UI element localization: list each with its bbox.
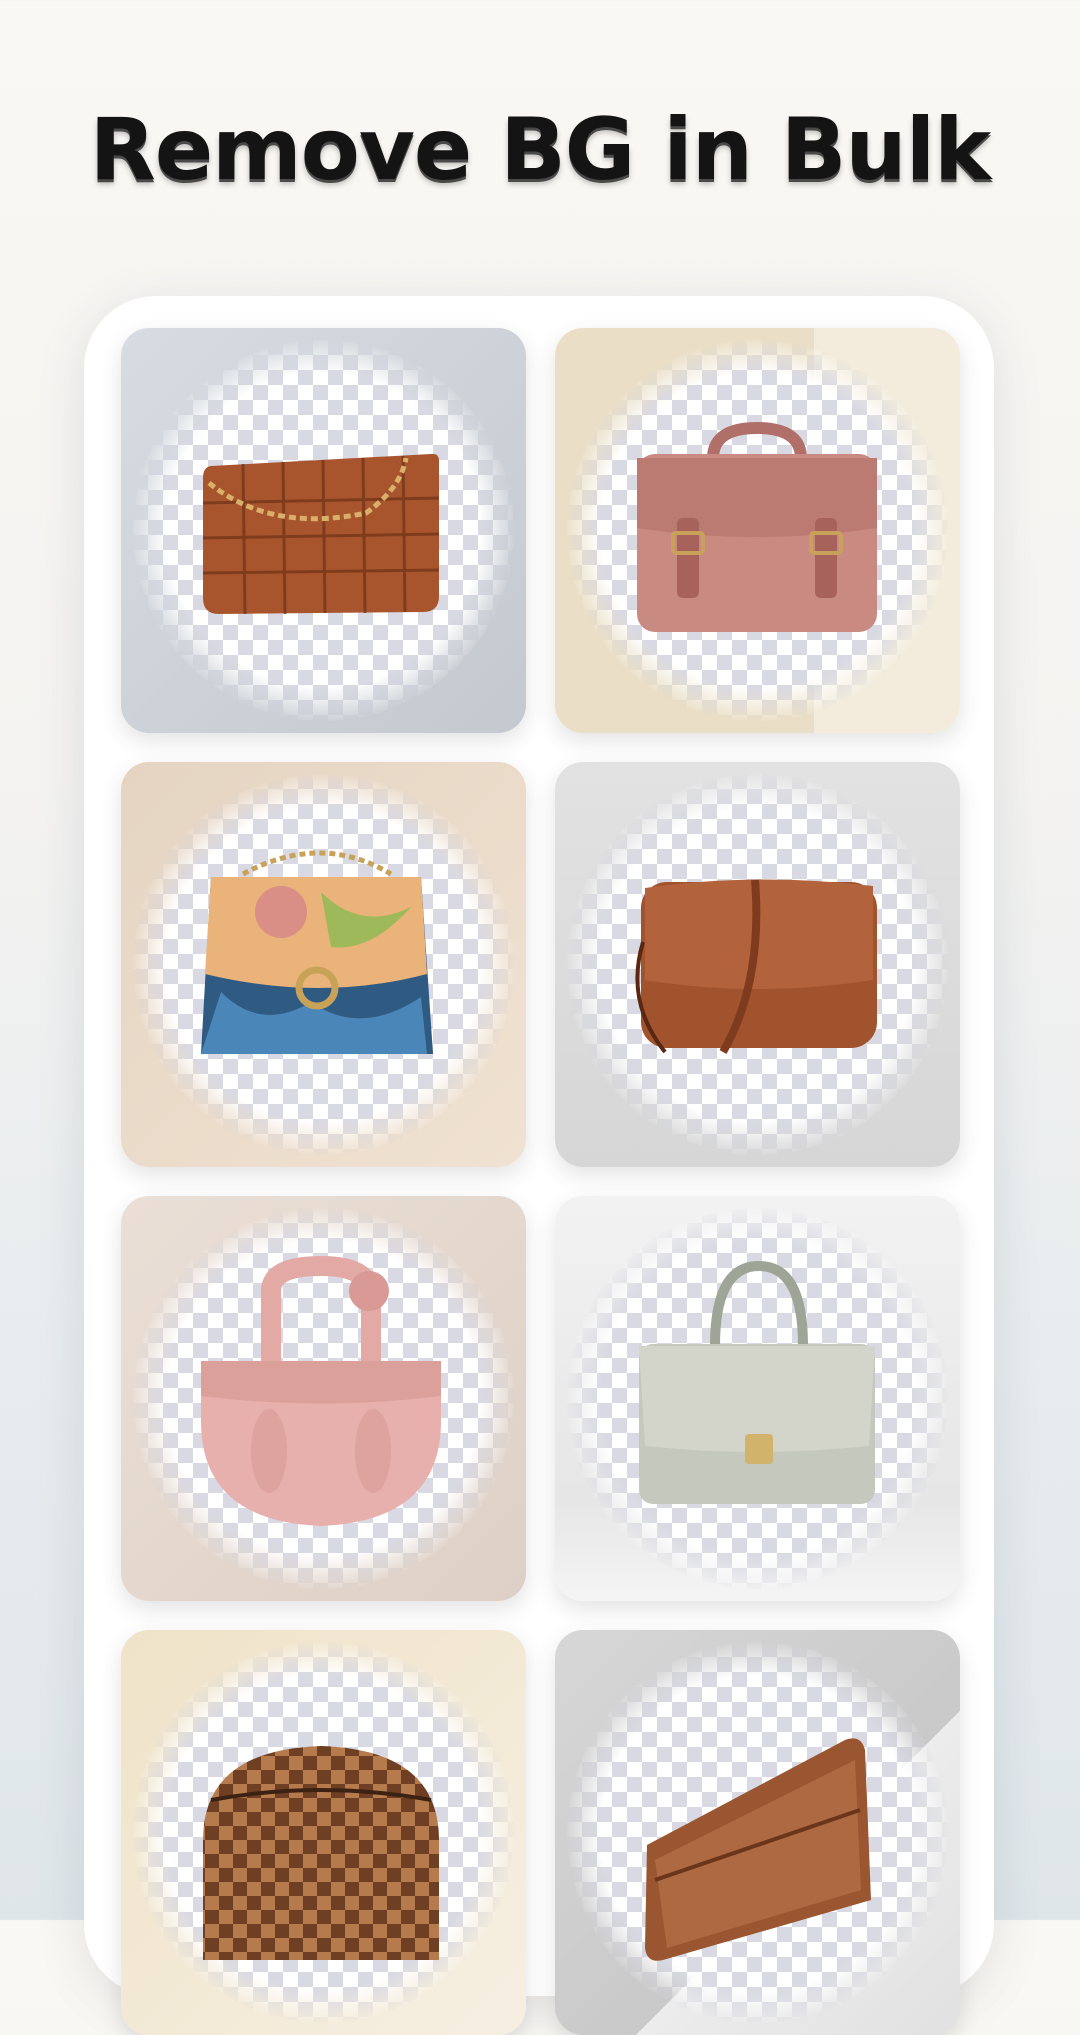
image-tile-brown-crossbody[interactable] [555, 762, 960, 1167]
pink-satchel-bag-image [637, 421, 877, 632]
brown-crossbody-bag-image [635, 879, 877, 1054]
phone-frame [84, 296, 994, 2035]
image-tile-pink-handbag[interactable] [121, 1196, 526, 1601]
image-tile-silver-handbag[interactable] [555, 1196, 960, 1601]
image-tile-checkered-pouch[interactable] [121, 1630, 526, 2035]
leather-wallet-image [645, 1738, 871, 1961]
woven-tote-bag-image [202, 453, 440, 615]
pink-knot-handbag-image [201, 1255, 441, 1526]
floral-flap-bag-image [201, 850, 433, 1054]
headline-title: Remove BG in Bulk [89, 100, 992, 200]
image-tile-woven-tote[interactable] [121, 328, 526, 733]
image-tile-pink-satchel[interactable] [555, 328, 960, 733]
image-tile-floral-bag[interactable] [121, 762, 526, 1167]
image-tile-leather-wallet[interactable] [555, 1630, 960, 2035]
checkered-pouch-image [203, 1746, 439, 1960]
silver-top-handle-bag-image [639, 1260, 875, 1504]
